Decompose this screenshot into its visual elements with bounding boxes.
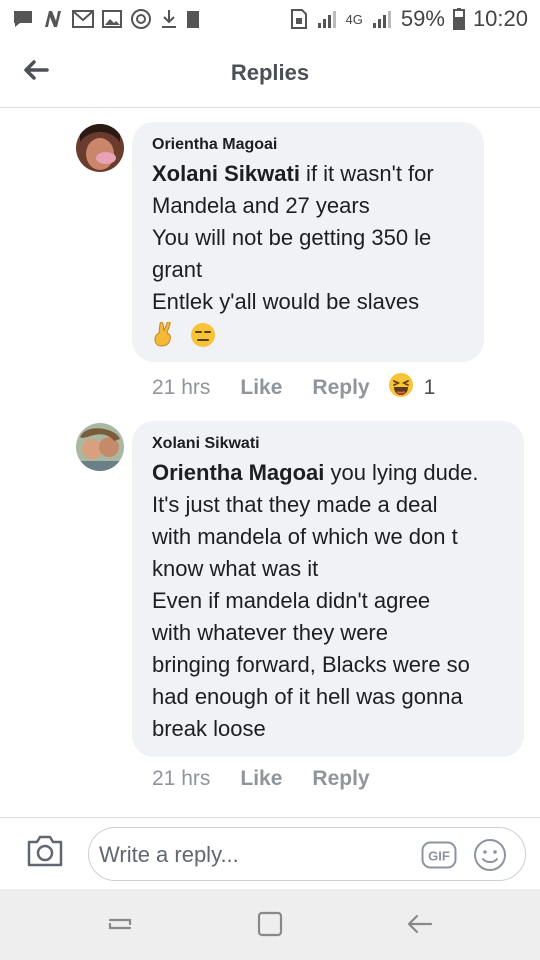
signal-icon-2 [371,9,393,29]
system-navigation-bar [0,889,540,960]
reply-button[interactable]: Reply [312,767,369,791]
comment-author[interactable]: Xolani Sikwati [152,435,504,453]
status-bar-notifications [12,8,200,30]
reply-composer: Write a reply... GIF [0,817,540,889]
clock: 10:20 [472,6,528,31]
comment-line: Mandela and 27 years [152,193,370,218]
comment-text: Xolani Sikwati if it wasn't for Mandela … [152,158,464,350]
gallery-icon [102,10,122,28]
camera-icon [26,835,64,872]
comment-bubble: Xolani Sikwati Orientha Magoai you lying… [132,421,524,757]
status-bar: 4G 59% 10:20 [0,0,540,38]
download-icon [160,9,178,29]
smiley-icon [473,839,507,876]
gmail-icon [72,10,94,28]
recent-apps-button[interactable] [105,909,135,939]
messenger-icon [12,9,34,29]
emoji-button[interactable] [473,838,507,872]
comment-line: with mandela of which we don t [152,524,458,549]
gif-button[interactable]: GIF [421,841,457,869]
gif-label: GIF [428,849,450,864]
avatar[interactable] [76,423,124,471]
comment-line: Entlek y'all would be slaves [152,289,420,314]
home-icon [255,911,285,943]
comment-line: Even if mandela didn't agree [152,588,431,613]
back-nav-button[interactable] [405,909,435,939]
like-button[interactable]: Like [240,376,282,400]
avatar[interactable] [76,124,124,172]
back-button[interactable] [18,54,54,90]
instagram-icon [130,8,152,30]
camera-button[interactable] [26,834,64,872]
comment-line: It's just that they made a deal [152,492,438,517]
comment-actions: 21 hrs Like Reply [152,767,388,791]
comment-line: bringing forward, Blacks were so [152,652,470,677]
mention-link[interactable]: Xolani Sikwati [152,161,300,186]
comment-actions: 21 hrs Like Reply 1 [152,372,435,404]
comment-line: had enough of it hell was gonna [152,684,463,709]
storage-icon [186,9,200,29]
header: Replies [0,38,540,108]
n-icon [42,9,64,29]
mention-link[interactable]: Orientha Magoai [152,460,324,485]
reactions-summary[interactable]: 1 [388,372,436,404]
comment-line: You will not be getting 350 le [152,225,432,250]
page-title: Replies [230,59,310,85]
back-nav-icon [405,914,435,943]
reaction-count: 1 [423,376,436,399]
comment-text-segment: you lying dude. [324,460,479,485]
unamused-face-emoji [190,322,216,348]
comment-line: grant [152,257,203,282]
sim-card-icon [290,9,308,29]
haha-reaction-icon [388,372,414,404]
back-arrow-icon [23,59,49,86]
comment-author[interactable]: Orientha Magoai [152,136,464,154]
recent-apps-icon [105,918,135,943]
signal-icon [316,9,338,29]
comment-text: Orientha Magoai you lying dude. It's jus… [152,457,504,745]
comment-line: with whatever they were [152,620,388,645]
like-button[interactable]: Like [240,767,282,791]
status-bar-system: 4G 59% 10:20 [290,6,528,32]
home-button[interactable] [255,909,285,939]
comment-bubble: Orientha Magoai Xolani Sikwati if it was… [132,122,484,362]
comment-timestamp[interactable]: 21 hrs [152,376,210,400]
battery-percent: 59% [400,6,445,31]
comment-line: know what was it [152,556,319,581]
reply-input[interactable]: Write a reply... GIF [88,827,526,881]
reply-placeholder: Write a reply... [99,842,239,867]
crossed-fingers-emoji [152,321,178,348]
battery-icon [452,8,465,30]
network-type: 4G [345,11,363,27]
comment-line: break loose [152,716,266,741]
comment-text-segment: if it wasn't for [299,161,434,186]
comment-timestamp[interactable]: 21 hrs [152,767,210,791]
reply-button[interactable]: Reply [312,376,369,400]
emoji-line [152,318,464,350]
